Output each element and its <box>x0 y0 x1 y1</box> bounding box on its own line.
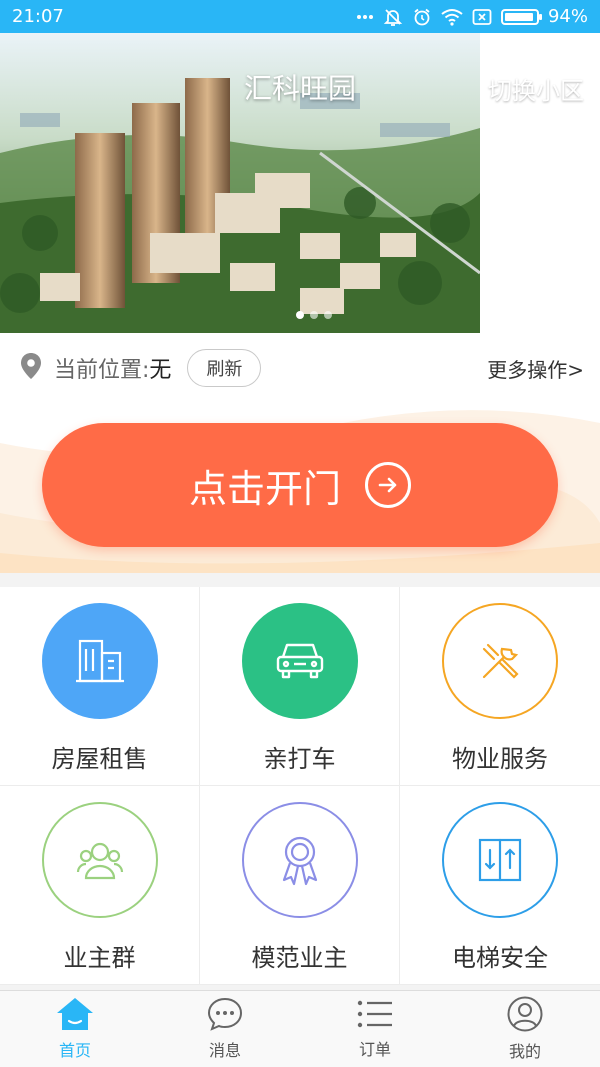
grid-item-label: 电梯安全 <box>452 944 548 972</box>
status-icons: 94% <box>356 6 588 27</box>
grid-item-model-owner[interactable]: 模范业主 <box>200 786 400 985</box>
profile-icon <box>507 996 543 1036</box>
muted-bell-icon <box>383 7 403 27</box>
grid-item-elevator-safety[interactable]: 电梯安全 <box>400 786 600 985</box>
grid-item-property-service[interactable]: 物业服务 <box>400 587 600 786</box>
grid-item-label: 物业服务 <box>452 745 548 773</box>
open-door-button[interactable]: 点击开门 <box>42 423 558 547</box>
carousel-dot[interactable] <box>296 311 304 319</box>
bottom-tab-bar: 首页 消息 订单 我的 <box>0 990 600 1067</box>
carousel-dot[interactable] <box>310 311 318 319</box>
switch-community-link[interactable]: 切换小区 <box>488 71 584 106</box>
status-time: 21:07 <box>12 6 64 27</box>
feature-grid: 房屋租售 亲打车 物业服务 业主群 模范业主 电梯安全 <box>0 587 600 985</box>
grid-item-taxi[interactable]: 亲打车 <box>200 587 400 786</box>
grid-item-label: 业主群 <box>63 944 136 972</box>
battery-percent: 94% <box>547 6 588 27</box>
grid-item-label: 亲打车 <box>263 745 336 773</box>
more-dots-icon <box>356 14 374 20</box>
tab-messages[interactable]: 消息 <box>150 991 300 1067</box>
battery-icon <box>500 8 542 25</box>
refresh-button[interactable]: 刷新 <box>187 349 262 387</box>
group-icon <box>41 802 158 918</box>
grid-item-label: 房屋租售 <box>51 745 148 773</box>
message-icon <box>207 997 243 1035</box>
tab-home[interactable]: 首页 <box>0 991 150 1067</box>
tab-profile[interactable]: 我的 <box>450 991 600 1067</box>
location-value: 无 <box>149 358 172 383</box>
carousel-indicator <box>296 311 332 319</box>
home-icon <box>56 997 94 1035</box>
list-icon <box>356 998 394 1034</box>
building-icon <box>41 603 158 719</box>
tab-label: 消息 <box>208 1041 241 1060</box>
more-actions-link[interactable]: 更多操作> <box>487 354 584 383</box>
location-pin-icon <box>20 352 42 384</box>
battery-level <box>504 12 534 21</box>
door-section: 点击开门 <box>0 403 600 573</box>
status-bar: 21:07 94% <box>0 0 600 33</box>
grid-item-owner-group[interactable]: 业主群 <box>0 786 200 985</box>
location-row: 当前位置: 无 刷新 更多操作> <box>0 333 600 403</box>
open-door-label: 点击开门 <box>188 466 341 511</box>
arrow-right-icon <box>365 462 411 508</box>
medal-icon <box>241 802 358 918</box>
tab-label: 首页 <box>58 1041 91 1060</box>
location-label: 当前位置: <box>54 358 150 383</box>
banner-carousel[interactable]: 汇科旺园 切换小区 <box>0 33 600 333</box>
tab-orders[interactable]: 订单 <box>300 991 450 1067</box>
grid-item-label: 模范业主 <box>251 944 348 972</box>
tools-icon <box>442 603 558 719</box>
carousel-dot[interactable] <box>324 311 332 319</box>
alarm-clock-icon <box>412 7 432 27</box>
grid-item-house-rental[interactable]: 房屋租售 <box>0 587 200 786</box>
elevator-icon <box>442 802 558 918</box>
tab-label: 订单 <box>358 1040 391 1059</box>
no-sim-icon <box>472 8 492 26</box>
car-icon <box>241 603 358 719</box>
tab-label: 我的 <box>508 1042 541 1061</box>
wifi-icon <box>441 8 463 26</box>
